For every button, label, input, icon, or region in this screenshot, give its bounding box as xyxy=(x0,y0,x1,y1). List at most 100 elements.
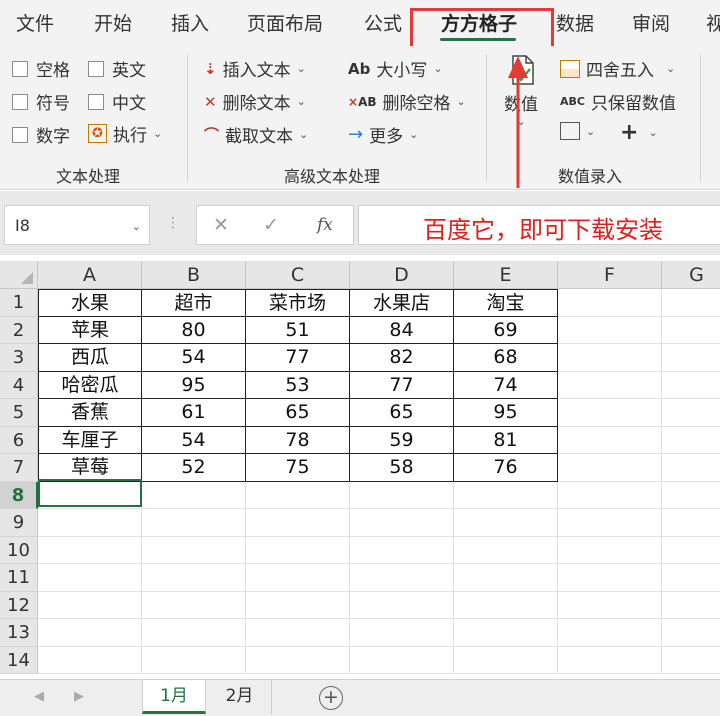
cell-f10[interactable] xyxy=(558,536,662,564)
row-header-11[interactable]: 11 xyxy=(0,564,38,592)
cell-d14[interactable] xyxy=(350,646,454,674)
cell-e3[interactable]: 68 xyxy=(454,344,558,372)
cell-b13[interactable] xyxy=(142,619,246,647)
cell-e11[interactable] xyxy=(454,564,558,592)
cell-g5[interactable] xyxy=(662,399,720,427)
cell-b1[interactable]: 超市 xyxy=(142,289,246,317)
checkbox-box[interactable] xyxy=(88,93,104,110)
cell-b3[interactable]: 54 xyxy=(142,344,246,372)
cell-f1[interactable] xyxy=(558,289,662,317)
cell-c9[interactable] xyxy=(246,509,350,537)
cell-d6[interactable]: 59 xyxy=(350,426,454,454)
delete-text-button[interactable]: ✕ 删除文本 ⌄ xyxy=(204,89,306,115)
cell-c8[interactable] xyxy=(246,481,350,509)
cell-c13[interactable] xyxy=(246,619,350,647)
cell-e6[interactable]: 81 xyxy=(454,426,558,454)
cell-a4[interactable]: 哈密瓜 xyxy=(38,371,142,399)
add-sheet-icon[interactable]: + xyxy=(319,686,343,710)
checkbox-number[interactable]: 数字 xyxy=(12,122,70,147)
insert-function-icon[interactable]: fx xyxy=(317,215,333,235)
cell-e10[interactable] xyxy=(454,536,558,564)
cell-e9[interactable] xyxy=(454,509,558,537)
cell-a2[interactable]: 苹果 xyxy=(38,316,142,344)
cell-d9[interactable] xyxy=(350,509,454,537)
next-sheet-icon[interactable]: ▶ xyxy=(74,689,84,704)
cell-b11[interactable] xyxy=(142,564,246,592)
column-header-g[interactable]: G xyxy=(662,261,720,289)
checkbox-symbol[interactable]: 符号 xyxy=(12,89,70,114)
name-box[interactable]: I8 ⌄ xyxy=(4,205,150,245)
cancel-icon[interactable]: ✕ xyxy=(213,214,229,236)
cell-c2[interactable]: 51 xyxy=(246,316,350,344)
cell-a12[interactable] xyxy=(38,591,142,619)
more-options-icon[interactable]: ⋮ xyxy=(166,215,180,231)
cell-e4[interactable]: 74 xyxy=(454,371,558,399)
cell-g9[interactable] xyxy=(662,509,720,537)
cell-f13[interactable] xyxy=(558,619,662,647)
cell-g8[interactable] xyxy=(662,482,720,509)
tab-data[interactable]: 数据 xyxy=(556,9,594,36)
cell-d12[interactable] xyxy=(350,591,454,619)
row-header-13[interactable]: 13 xyxy=(0,619,38,647)
cell-f8[interactable] xyxy=(558,481,662,509)
cell-f7[interactable] xyxy=(558,454,662,482)
column-header-f[interactable]: F xyxy=(558,261,662,289)
cell-c12[interactable] xyxy=(246,591,350,619)
row-header-6[interactable]: 6 xyxy=(0,426,38,454)
cell-d4[interactable]: 77 xyxy=(350,371,454,399)
cell-d3[interactable]: 82 xyxy=(350,344,454,372)
cell-d2[interactable]: 84 xyxy=(350,316,454,344)
select-all-corner[interactable] xyxy=(0,261,38,289)
checkbox-box[interactable] xyxy=(88,60,104,77)
column-header-d[interactable]: D xyxy=(350,261,454,289)
column-header-b[interactable]: B xyxy=(142,261,246,289)
cell-a9[interactable] xyxy=(38,509,142,537)
cell-g14[interactable] xyxy=(662,647,720,674)
cell-g6[interactable] xyxy=(662,427,720,454)
cell-d11[interactable] xyxy=(350,564,454,592)
cell-e1[interactable]: 淘宝 xyxy=(454,289,558,317)
cell-b5[interactable]: 61 xyxy=(142,399,246,427)
change-case-button[interactable]: Ab 大小写 ⌄ xyxy=(348,56,443,82)
row-header-8[interactable]: 8 xyxy=(0,481,38,509)
cell-d13[interactable] xyxy=(350,619,454,647)
cell-e5[interactable]: 95 xyxy=(454,399,558,427)
formula-input[interactable]: 百度它，即可下载安装 xyxy=(358,205,720,245)
cell-f6[interactable] xyxy=(558,426,662,454)
checkbox-chinese[interactable]: 中文 xyxy=(88,89,146,114)
add-button[interactable]: + ⌄ xyxy=(620,120,658,145)
cell-f3[interactable] xyxy=(558,344,662,372)
cell-c7[interactable]: 75 xyxy=(246,454,350,482)
row-header-10[interactable]: 10 xyxy=(0,536,38,564)
cell-a10[interactable] xyxy=(38,536,142,564)
row-header-9[interactable]: 9 xyxy=(0,509,38,537)
row-header-2[interactable]: 2 xyxy=(0,316,38,344)
tab-file[interactable]: 文件 xyxy=(16,9,54,36)
tab-formulas[interactable]: 公式 xyxy=(364,9,402,36)
tab-home[interactable]: 开始 xyxy=(94,9,132,36)
checkbox-box[interactable] xyxy=(12,60,28,77)
cell-a13[interactable] xyxy=(38,619,142,647)
cell-c10[interactable] xyxy=(246,536,350,564)
confirm-icon[interactable]: ✓ xyxy=(263,214,279,236)
cell-g13[interactable] xyxy=(662,619,720,647)
cell-f14[interactable] xyxy=(558,646,662,674)
cell-a7[interactable]: 草莓 xyxy=(38,454,142,482)
tab-insert[interactable]: 插入 xyxy=(171,9,209,36)
cell-c4[interactable]: 53 xyxy=(246,371,350,399)
cell-d5[interactable]: 65 xyxy=(350,399,454,427)
tab-page-layout[interactable]: 页面布局 xyxy=(247,9,323,36)
cell-b14[interactable] xyxy=(142,646,246,674)
cell-f5[interactable] xyxy=(558,399,662,427)
more-button[interactable]: → 更多 ⌄ xyxy=(348,122,418,147)
cell-f11[interactable] xyxy=(558,564,662,592)
tab-view[interactable]: 视 xyxy=(706,9,720,36)
cell-f9[interactable] xyxy=(558,509,662,537)
cell-f4[interactable] xyxy=(558,371,662,399)
checkbox-space[interactable]: 空格 xyxy=(12,56,70,81)
cell-g1[interactable] xyxy=(662,289,720,317)
chevron-down-icon[interactable]: ⌄ xyxy=(132,220,141,233)
cell-a5[interactable]: 香蕉 xyxy=(38,399,142,427)
cell-e14[interactable] xyxy=(454,646,558,674)
keep-values-button[interactable]: ABC 只保留数值 xyxy=(560,89,676,114)
